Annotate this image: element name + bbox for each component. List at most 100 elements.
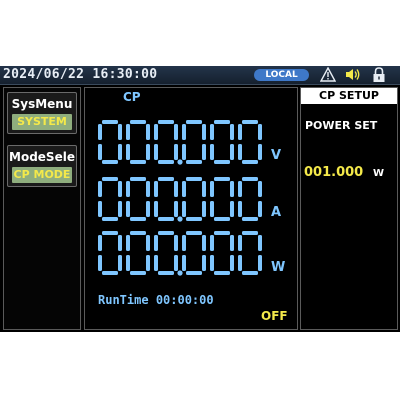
segment-f bbox=[238, 235, 242, 251]
segment-b bbox=[202, 124, 206, 140]
segment-e bbox=[154, 255, 158, 271]
power-digits bbox=[98, 231, 262, 276]
segment-d bbox=[242, 217, 258, 221]
segment-f bbox=[238, 124, 242, 140]
segment-d bbox=[242, 160, 258, 164]
segment-f bbox=[238, 181, 242, 197]
segment-c bbox=[230, 144, 234, 160]
voltage-unit: V bbox=[271, 148, 282, 163]
segment-f bbox=[98, 235, 102, 251]
segment-c bbox=[202, 255, 206, 271]
segment-b bbox=[258, 235, 262, 251]
segment-b bbox=[146, 235, 150, 251]
segment-a bbox=[102, 120, 118, 124]
segment-a bbox=[242, 177, 258, 181]
segment-e bbox=[126, 144, 130, 160]
segment-d bbox=[102, 271, 118, 275]
segment-c bbox=[146, 201, 150, 217]
datetime-readout: 2024/06/22 16:30:00 bbox=[3, 67, 158, 82]
segment-a bbox=[242, 120, 258, 124]
segment-c bbox=[118, 255, 122, 271]
segment-f bbox=[210, 124, 214, 140]
voltage-digits bbox=[98, 120, 262, 165]
status-bar: 2024/06/22 16:30:00 LOCAL bbox=[0, 66, 400, 85]
digit-2 bbox=[154, 120, 178, 164]
segment-a bbox=[158, 120, 174, 124]
segment-a bbox=[214, 177, 230, 181]
digit-4 bbox=[210, 231, 234, 275]
segment-e bbox=[98, 201, 102, 217]
digit-0 bbox=[98, 231, 122, 275]
segment-d bbox=[214, 160, 230, 164]
segment-e bbox=[126, 201, 130, 217]
segment-f bbox=[154, 124, 158, 140]
digit-2 bbox=[154, 231, 178, 275]
local-remote-badge[interactable]: LOCAL bbox=[254, 69, 309, 81]
segment-a bbox=[130, 120, 146, 124]
speaker-icon bbox=[346, 69, 360, 80]
sysmenu-title: SysMenu bbox=[11, 97, 73, 111]
current-readout bbox=[98, 177, 262, 222]
digit-0 bbox=[98, 177, 122, 221]
segment-f bbox=[154, 235, 158, 251]
segment-e bbox=[98, 255, 102, 271]
segment-e bbox=[154, 201, 158, 217]
segment-b bbox=[118, 235, 122, 251]
segment-f bbox=[182, 124, 186, 140]
segment-c bbox=[146, 255, 150, 271]
segment-e bbox=[182, 144, 186, 160]
segment-c bbox=[146, 144, 150, 160]
digit-3 bbox=[182, 231, 206, 275]
segment-b bbox=[174, 181, 178, 197]
segment-f bbox=[182, 181, 186, 197]
mode-tag: CP bbox=[123, 90, 141, 104]
segment-d bbox=[186, 160, 202, 164]
segment-b bbox=[174, 235, 178, 251]
segment-f bbox=[210, 181, 214, 197]
segment-a bbox=[214, 231, 230, 235]
segment-b bbox=[258, 181, 262, 197]
digit-3 bbox=[182, 120, 206, 164]
segment-c bbox=[258, 144, 262, 160]
segment-d bbox=[130, 217, 146, 221]
segment-f bbox=[210, 235, 214, 251]
modesele-button[interactable]: ModeSele CP MODE bbox=[7, 145, 77, 187]
segment-c bbox=[258, 201, 262, 217]
segment-d bbox=[130, 160, 146, 164]
segment-e bbox=[182, 255, 186, 271]
segment-b bbox=[118, 181, 122, 197]
segment-e bbox=[126, 255, 130, 271]
segment-e bbox=[238, 201, 242, 217]
segment-b bbox=[230, 235, 234, 251]
segment-f bbox=[182, 235, 186, 251]
segment-c bbox=[202, 144, 206, 160]
digit-2 bbox=[154, 177, 178, 221]
segment-c bbox=[174, 144, 178, 160]
segment-e bbox=[210, 144, 214, 160]
segment-a bbox=[102, 231, 118, 235]
segment-c bbox=[202, 201, 206, 217]
segment-a bbox=[158, 231, 174, 235]
runtime-label: RunTime bbox=[98, 293, 149, 307]
segment-f bbox=[154, 181, 158, 197]
modesele-value: CP MODE bbox=[12, 167, 72, 183]
segment-a bbox=[102, 177, 118, 181]
sysmenu-value: SYSTEM bbox=[12, 114, 72, 130]
segment-e bbox=[182, 201, 186, 217]
setup-title: CP SETUP bbox=[301, 88, 397, 104]
segment-d bbox=[214, 217, 230, 221]
power-set-value[interactable]: 001.000 bbox=[304, 165, 363, 180]
voltage-readout bbox=[98, 120, 262, 165]
segment-d bbox=[214, 271, 230, 275]
lock-icon bbox=[373, 67, 385, 82]
segment-c bbox=[118, 144, 122, 160]
segment-a bbox=[158, 177, 174, 181]
digit-1 bbox=[126, 231, 150, 275]
segment-b bbox=[174, 124, 178, 140]
segment-b bbox=[258, 124, 262, 140]
sysmenu-button[interactable]: SysMenu SYSTEM bbox=[7, 92, 77, 134]
segment-f bbox=[126, 124, 130, 140]
segment-e bbox=[210, 255, 214, 271]
segment-e bbox=[238, 255, 242, 271]
segment-b bbox=[230, 181, 234, 197]
